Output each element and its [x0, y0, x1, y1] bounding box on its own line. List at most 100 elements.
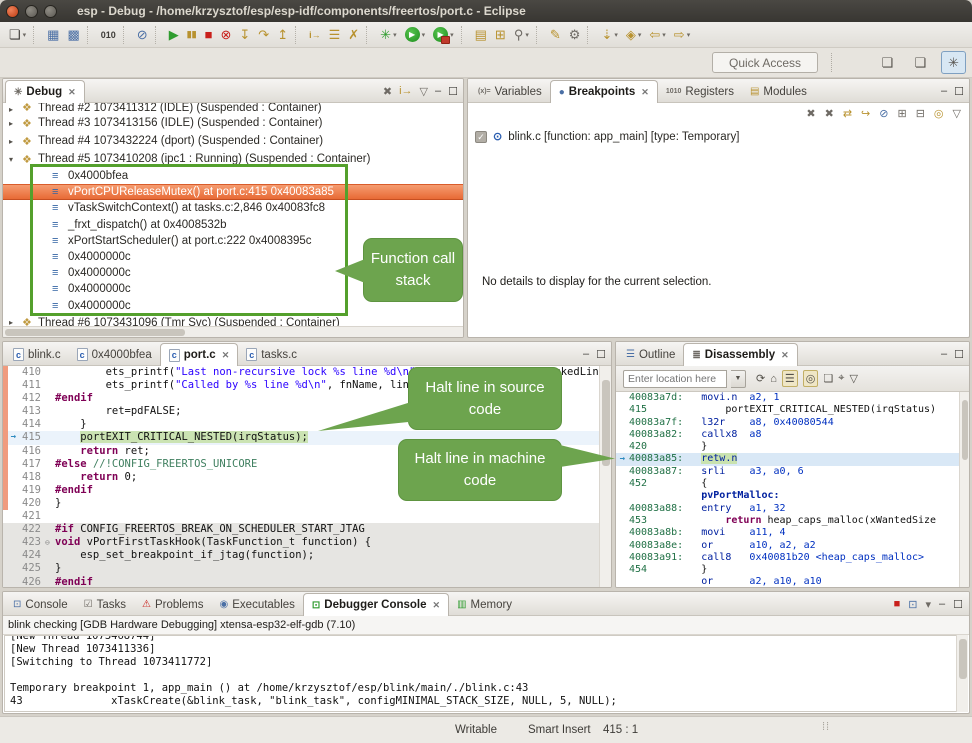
- minimize-button[interactable]: [25, 5, 38, 18]
- open-perspective-icon[interactable]: ❏: [875, 51, 900, 74]
- fold-icon[interactable]: [45, 549, 55, 562]
- remove-all-breakpoints-icon[interactable]: ✖: [825, 107, 834, 120]
- view-menu-icon[interactable]: ▽: [953, 107, 961, 120]
- fold-icon[interactable]: [45, 484, 55, 497]
- minimize-view-icon[interactable]: –: [939, 598, 945, 610]
- debug-tree-item[interactable]: ▸ ❖ Thread #3 1073413156 (IDLE) (Suspend…: [3, 114, 463, 132]
- debug-tree-item[interactable]: ▸ ❖ Thread #6 1073431096 (Tmr Svc) (Susp…: [3, 314, 463, 326]
- line-number[interactable]: 422: [19, 523, 45, 536]
- fold-icon[interactable]: [45, 471, 55, 484]
- show-breakpoints-supported-icon[interactable]: ⇄: [843, 107, 852, 120]
- mark-occurrences-icon[interactable]: ✎: [547, 24, 564, 46]
- tab-blink-c[interactable]: cblink.c: [5, 343, 69, 366]
- step-mode-icon[interactable]: ☰: [326, 24, 344, 46]
- expander-icon[interactable]: ▸: [9, 119, 22, 128]
- skip-all-breakpoints-icon[interactable]: ⊘: [879, 107, 888, 120]
- tab-breakpoints[interactable]: ●Breakpoints✕: [550, 80, 658, 103]
- tab-memory[interactable]: ▥Memory: [449, 593, 520, 616]
- resume-icon[interactable]: ▶: [166, 24, 182, 46]
- sync-with-context-icon[interactable]: ◎: [803, 370, 819, 387]
- debug-tree-item[interactable]: ≡ _frxt_dispatch() at 0x4008532b: [3, 217, 463, 233]
- console-output[interactable]: [New Thread 1073468744] [New Thread 1073…: [4, 635, 968, 712]
- debug-tree-item[interactable]: ≡ vTaskSwitchContext() at tasks.c:2,846 …: [3, 200, 463, 216]
- save-icon[interactable]: ▦: [44, 24, 62, 46]
- go-to-file-for-breakpoint-icon[interactable]: ↪: [861, 107, 870, 120]
- minimize-view-icon[interactable]: –: [941, 85, 947, 97]
- show-source-icon[interactable]: ☰: [782, 370, 798, 387]
- save-all-icon[interactable]: ▩: [64, 24, 82, 46]
- link-with-debug-view-icon[interactable]: ◎: [934, 107, 944, 120]
- expander-icon[interactable]: ▾: [9, 155, 22, 164]
- disassembly-scrollbar[interactable]: [959, 392, 969, 587]
- line-number[interactable]: 411: [19, 379, 45, 392]
- step-over-icon[interactable]: ↷: [255, 24, 272, 46]
- tab-debug[interactable]: ✳Debug✕: [5, 80, 85, 103]
- disassembly-listing[interactable]: 40083a7d: movi.n a2, 1 415 portEXIT_CRIT…: [616, 392, 959, 587]
- fold-icon[interactable]: [45, 366, 55, 379]
- back-icon[interactable]: ⇦▾: [646, 24, 668, 46]
- binary-icon[interactable]: 010: [98, 24, 119, 46]
- tab-0x4000bfea[interactable]: c0x4000bfea: [69, 343, 160, 366]
- tab-variables[interactable]: (x)=Variables: [470, 80, 550, 103]
- instruction-stepping-icon[interactable]: i→: [306, 24, 324, 46]
- view-menu-icon[interactable]: ▽: [420, 85, 428, 98]
- terminate-icon[interactable]: ■: [202, 24, 216, 46]
- fold-icon[interactable]: [45, 458, 55, 471]
- fold-icon[interactable]: [45, 405, 55, 418]
- pin-view-icon[interactable]: ⌖: [838, 372, 844, 385]
- open-task-icon[interactable]: ⊞: [492, 24, 509, 46]
- tab-tasks[interactable]: ☑Tasks: [76, 593, 134, 616]
- debug-perspective-icon[interactable]: ✳: [941, 51, 966, 74]
- line-number[interactable]: 414: [19, 418, 45, 431]
- line-number[interactable]: 413: [19, 405, 45, 418]
- fold-icon[interactable]: [45, 562, 55, 575]
- editor-scrollbar[interactable]: [599, 366, 611, 587]
- step-return-icon[interactable]: ↥: [274, 24, 291, 46]
- maximize-button[interactable]: [44, 5, 57, 18]
- debug-tree-item[interactable]: ≡ 0x4000bfea: [3, 168, 463, 184]
- skip-all-breakpoints-icon[interactable]: ⊘: [134, 24, 151, 46]
- disconnect-icon[interactable]: ⊗: [217, 24, 234, 46]
- maximize-view-icon[interactable]: ☐: [954, 85, 964, 98]
- close-tab-icon[interactable]: ✕: [641, 87, 649, 98]
- console-scrollbar[interactable]: [956, 635, 968, 712]
- instruction-stepping-mode-icon[interactable]: i→: [399, 85, 412, 97]
- scrollbar-thumb[interactable]: [959, 639, 967, 679]
- tab-executables[interactable]: ◉Executables: [212, 593, 303, 616]
- location-dropdown-icon[interactable]: ▼: [731, 370, 746, 388]
- tab-port-c[interactable]: cport.c✕: [160, 343, 239, 366]
- debug-icon[interactable]: ✳▾: [377, 24, 399, 46]
- scrollbar-thumb[interactable]: [962, 400, 968, 460]
- breakpoint-checkbox[interactable]: ✓: [475, 131, 487, 143]
- fold-icon[interactable]: [45, 418, 55, 431]
- maximize-view-icon[interactable]: ☐: [448, 85, 458, 98]
- suspend-icon[interactable]: ▮▮: [184, 24, 200, 46]
- line-number[interactable]: 417: [19, 458, 45, 471]
- line-number[interactable]: 421: [19, 510, 45, 523]
- line-number[interactable]: 424: [19, 549, 45, 562]
- close-tab-icon[interactable]: ✕: [68, 87, 76, 98]
- maximize-view-icon[interactable]: ☐: [596, 348, 606, 361]
- line-number[interactable]: 426: [19, 576, 45, 588]
- scrollbar-thumb[interactable]: [5, 329, 185, 336]
- line-number[interactable]: 410: [19, 366, 45, 379]
- line-number[interactable]: 419: [19, 484, 45, 497]
- forward-icon[interactable]: ⇨▾: [671, 24, 693, 46]
- run-icon[interactable]: ▶▾: [402, 24, 429, 46]
- fold-icon[interactable]: [45, 576, 55, 588]
- close-tab-icon[interactable]: ✕: [222, 350, 230, 361]
- line-number[interactable]: 423: [19, 536, 45, 549]
- debug-tree-item[interactable]: ≡ vPortCPUReleaseMutex() at port.c:415 0…: [3, 184, 463, 200]
- maximize-view-icon[interactable]: ☐: [953, 598, 963, 611]
- fold-icon[interactable]: [45, 431, 55, 444]
- maximize-view-icon[interactable]: ☐: [954, 348, 964, 361]
- collapse-all-icon[interactable]: ⊟: [916, 107, 925, 120]
- line-number[interactable]: 412: [19, 392, 45, 405]
- open-new-view-icon[interactable]: ❏: [823, 372, 833, 385]
- new-project-icon[interactable]: ▤: [472, 24, 490, 46]
- remove-all-terminated-icon[interactable]: ✖: [383, 85, 392, 98]
- debug-tree-item[interactable]: ▸ ❖ Thread #2 1073411312 (IDLE) (Suspend…: [3, 103, 463, 114]
- tab-tasks-c[interactable]: ctasks.c: [238, 343, 305, 366]
- use-step-filters-icon[interactable]: ✗: [345, 24, 362, 46]
- search-icon[interactable]: ⚲▾: [511, 24, 532, 46]
